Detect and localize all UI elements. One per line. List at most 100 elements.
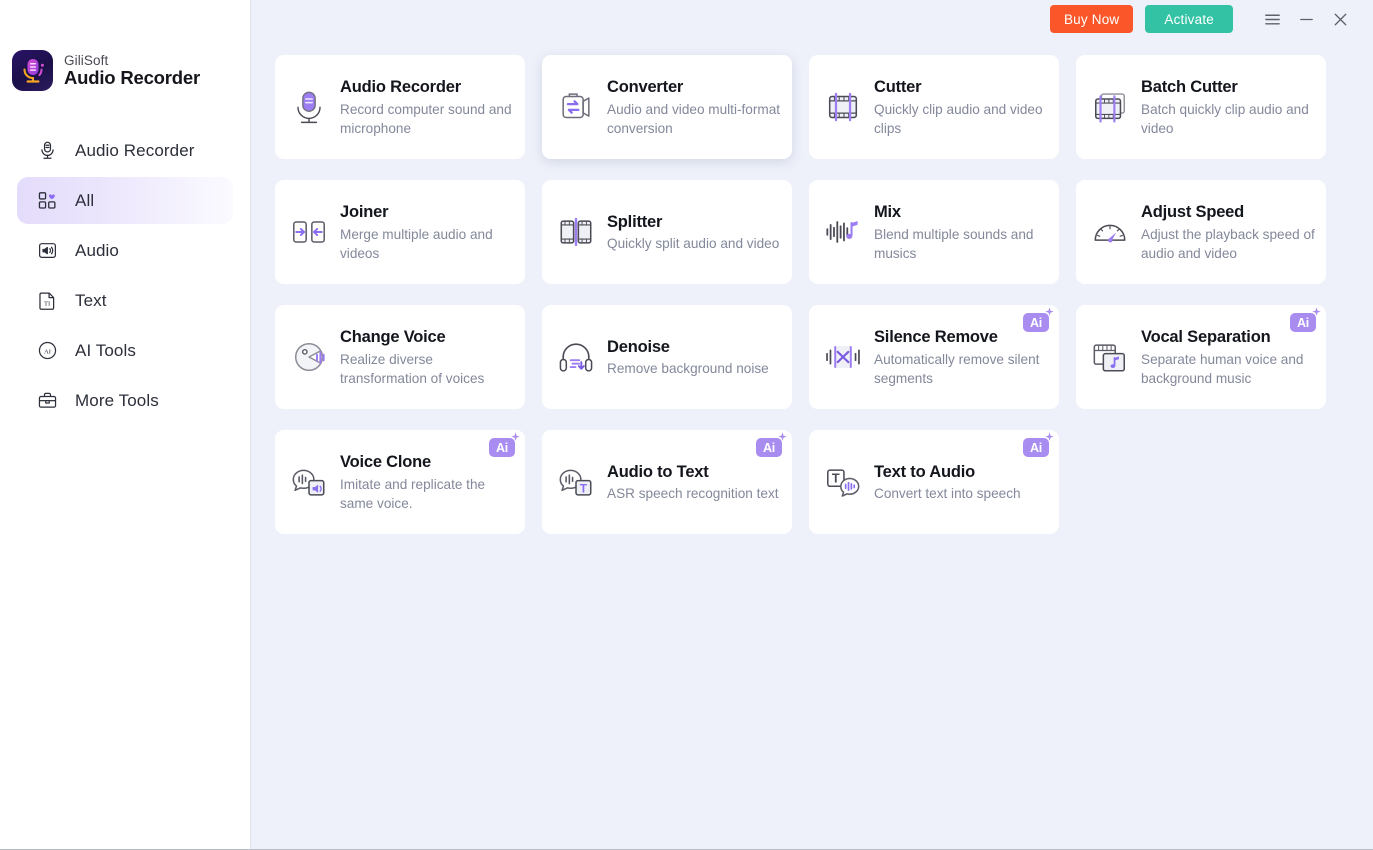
microphone-icon — [36, 139, 59, 162]
sidebar-item-label: Audio Recorder — [75, 140, 195, 160]
card-body: Vocal Separation Separate human voice an… — [1141, 326, 1315, 388]
voice-change-icon — [289, 337, 329, 377]
tool-card-audio-recorder[interactable]: Audio Recorder Record computer sound and… — [275, 55, 525, 159]
brand-text: GiliSoft Audio Recorder — [64, 53, 200, 89]
card-body: Voice Clone Imitate and replicate the sa… — [340, 451, 514, 513]
card-body: Splitter Quickly split audio and video — [607, 211, 779, 254]
ai-badge: Ai — [1290, 307, 1321, 332]
tool-card-text-to-audio[interactable]: Ai T Text to Audio Convert text into spe… — [809, 430, 1059, 534]
card-body: Joiner Merge multiple audio and videos — [340, 201, 514, 263]
card-title: Change Voice — [340, 327, 446, 346]
sidebar-item-label: All — [75, 190, 95, 210]
tool-card-adjust-speed[interactable]: Adjust Speed Adjust the playback speed o… — [1076, 180, 1326, 284]
card-title: Batch Cutter — [1141, 77, 1238, 96]
main-area: Buy Now Activate Audio Recorder Record c… — [251, 0, 1373, 849]
ai-badge: Ai — [756, 432, 787, 457]
film-batch-cut-icon — [1090, 87, 1130, 127]
card-desc: Quickly clip audio and video clips — [874, 101, 1043, 136]
card-desc: Adjust the playback speed of audio and v… — [1141, 226, 1315, 261]
card-body: Converter Audio and video multi-format c… — [607, 76, 781, 138]
card-title: Voice Clone — [340, 452, 432, 471]
card-title: Joiner — [340, 202, 389, 221]
card-body: Audio to Text ASR speech recognition tex… — [607, 461, 779, 504]
sidebar-item-audio[interactable]: Audio — [17, 227, 233, 274]
card-body: Audio Recorder Record computer sound and… — [340, 76, 514, 138]
tool-card-mix[interactable]: Mix Blend multiple sounds and musics — [809, 180, 1059, 284]
buy-now-button[interactable]: Buy Now — [1049, 5, 1134, 33]
sidebar-item-label: More Tools — [75, 390, 159, 410]
tool-card-converter[interactable]: Converter Audio and video multi-format c… — [542, 55, 792, 159]
card-desc: Audio and video multi-format conversion — [607, 101, 781, 136]
titlebar: Buy Now Activate — [251, 0, 1373, 38]
ai-badge: Ai — [1023, 432, 1054, 457]
ai-circle-icon: AI — [36, 339, 59, 362]
sidebar-item-audio-recorder[interactable]: Audio Recorder — [17, 127, 233, 174]
minimize-icon[interactable] — [1289, 4, 1323, 34]
card-body: Denoise Remove background noise — [607, 336, 769, 379]
card-desc: Imitate and replicate the same voice. — [340, 476, 486, 511]
split-panels-icon — [556, 212, 596, 252]
card-body: Silence Remove Automatically remove sile… — [874, 326, 1048, 388]
card-desc: Record computer sound and microphone — [340, 101, 512, 136]
bubble-speaker-icon — [289, 462, 329, 502]
window-controls — [1255, 4, 1357, 34]
app-window: GiliSoft Audio Recorder Audio Recorder A… — [0, 0, 1373, 850]
card-desc: Realize diverse transformation of voices — [340, 351, 485, 386]
card-title: Cutter — [874, 77, 922, 96]
card-title: Denoise — [607, 337, 670, 356]
sparkle-icon — [778, 432, 787, 441]
sidebar-item-label: Audio — [75, 240, 119, 260]
text-file-icon: TI — [36, 289, 59, 312]
ai-badge: Ai — [1023, 307, 1054, 332]
sidebar-nav: Audio Recorder All Audio TI Text AI AI T… — [0, 127, 250, 424]
activate-button[interactable]: Activate — [1145, 5, 1233, 33]
tools-grid-wrapper: Audio Recorder Record computer sound and… — [251, 38, 1373, 534]
card-title: Adjust Speed — [1141, 202, 1245, 221]
stacked-cards-note-icon — [1090, 337, 1130, 377]
brand-company: GiliSoft — [64, 52, 109, 68]
sidebar-item-label: Text — [75, 290, 107, 310]
sparkle-icon — [1045, 432, 1054, 441]
tool-card-joiner[interactable]: Joiner Merge multiple audio and videos — [275, 180, 525, 284]
svg-text:AI: AI — [44, 348, 51, 355]
tool-card-vocal-separation[interactable]: Ai Vocal Separation Separate human voice… — [1076, 305, 1326, 409]
tool-card-audio-to-text[interactable]: Ai T Audio to Text ASR speech recognitio… — [542, 430, 792, 534]
card-title: Audio to Text — [607, 462, 709, 481]
card-title: Converter — [607, 77, 684, 96]
sidebar-item-text[interactable]: TI Text — [17, 277, 233, 324]
tool-card-silence-remove[interactable]: Ai Silence Remove Automatically remove s… — [809, 305, 1059, 409]
toolbox-icon — [36, 389, 59, 412]
tool-card-batch-cutter[interactable]: Batch Cutter Batch quickly clip audio an… — [1076, 55, 1326, 159]
close-icon[interactable] — [1323, 4, 1357, 34]
card-desc: Automatically remove silent segments — [874, 351, 1040, 386]
sidebar-item-ai-tools[interactable]: AI AI Tools — [17, 327, 233, 374]
card-title: Silence Remove — [874, 327, 998, 346]
sparkle-icon — [511, 432, 520, 441]
card-desc: Batch quickly clip audio and video — [1141, 101, 1309, 136]
convert-arrows-icon — [556, 87, 596, 127]
tool-card-denoise[interactable]: Denoise Remove background noise — [542, 305, 792, 409]
microphone-icon — [289, 87, 329, 127]
tools-grid: Audio Recorder Record computer sound and… — [275, 55, 1353, 534]
tool-card-cutter[interactable]: Cutter Quickly clip audio and video clip… — [809, 55, 1059, 159]
tool-card-splitter[interactable]: Splitter Quickly split audio and video — [542, 180, 792, 284]
card-body: Batch Cutter Batch quickly clip audio an… — [1141, 76, 1315, 138]
film-cut-icon — [823, 87, 863, 127]
hamburger-menu-icon[interactable] — [1255, 4, 1289, 34]
card-body: Cutter Quickly clip audio and video clip… — [874, 76, 1048, 138]
card-body: Text to Audio Convert text into speech — [874, 461, 1021, 504]
sidebar-item-more-tools[interactable]: More Tools — [17, 377, 233, 424]
card-title: Audio Recorder — [340, 77, 461, 96]
svg-text:T: T — [580, 482, 588, 496]
brand-product: Audio Recorder — [64, 66, 200, 88]
tool-card-voice-clone[interactable]: Ai Voice Clone Imitate and replicate the… — [275, 430, 525, 534]
sidebar-item-all[interactable]: All — [17, 177, 233, 224]
card-title: Vocal Separation — [1141, 327, 1271, 346]
card-title: Mix — [874, 202, 901, 221]
ai-badge: Ai — [489, 432, 520, 457]
waveform-cross-icon — [823, 337, 863, 377]
tool-card-change-voice[interactable]: Change Voice Realize diverse transformat… — [275, 305, 525, 409]
app-logo-icon — [12, 50, 53, 91]
card-desc: Blend multiple sounds and musics — [874, 226, 1034, 261]
card-body: Change Voice Realize diverse transformat… — [340, 326, 514, 388]
